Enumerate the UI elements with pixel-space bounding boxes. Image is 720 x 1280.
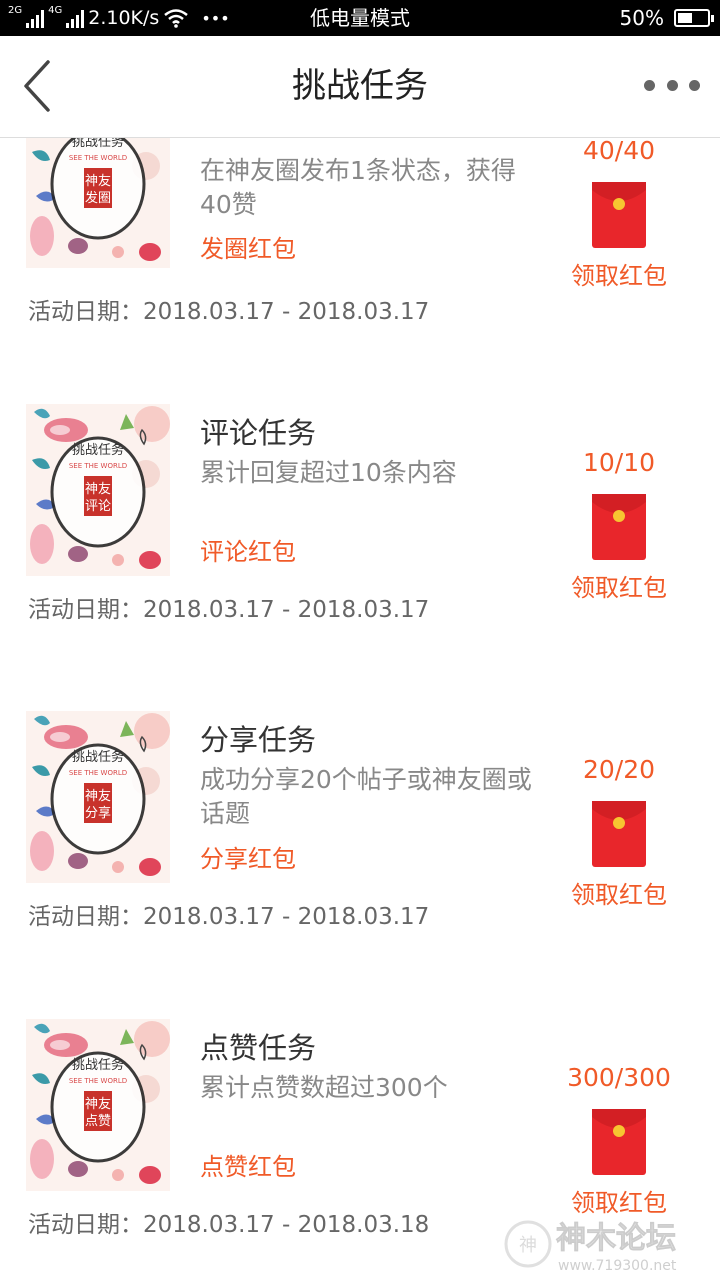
task-description: 累计回复超过10条内容 bbox=[200, 458, 457, 487]
task-thumbnail: 挑战任务 SEE THE WORLD 神友 发圈 bbox=[26, 138, 170, 268]
dot-icon bbox=[644, 79, 655, 91]
task-description: 在神友圈发布1条状态，获得40赞 bbox=[200, 156, 516, 219]
receive-red-packet-button[interactable]: 领取红包 bbox=[540, 1183, 698, 1218]
more-options-button[interactable] bbox=[644, 70, 700, 100]
red-packet-icon[interactable] bbox=[592, 182, 646, 248]
battery-level bbox=[678, 13, 692, 23]
navigation-bar: 挑战任务 bbox=[0, 36, 720, 138]
thumbnail-subtitle: SEE THE WORLD bbox=[69, 1077, 127, 1085]
task-progress: 40/40 bbox=[582, 138, 656, 165]
status-bar: 2G 4G 2.10K/s ••• 低电量模式 50% bbox=[0, 0, 720, 36]
watermark-url: www.719300.net bbox=[558, 1258, 677, 1274]
task-date: 活动日期：2018.03.17 - 2018.03.17 bbox=[28, 597, 430, 623]
thumbnail-subtitle: SEE THE WORLD bbox=[69, 769, 127, 777]
thumbnail-heading: 挑战任务 bbox=[72, 138, 124, 150]
task-progress: 300/300 bbox=[567, 1063, 671, 1092]
thumbnail-heading: 挑战任务 bbox=[72, 442, 124, 458]
low-power-mode-label: 低电量模式 bbox=[310, 6, 410, 30]
receive-red-packet-button[interactable]: 领取红包 bbox=[540, 875, 698, 910]
thumbnail-heading: 挑战任务 bbox=[72, 749, 124, 765]
task-list[interactable]: 挑战任务 SEE THE WORLD 神友 发圈 在神友圈发布1条状态，获得40… bbox=[0, 138, 720, 1280]
task-progress: 20/20 bbox=[582, 755, 656, 784]
thumbnail-subtitle: SEE THE WORLD bbox=[69, 154, 127, 162]
task-reward-tag: 发圈红包 bbox=[200, 235, 296, 263]
red-packet-icon[interactable] bbox=[592, 1109, 646, 1175]
task-title: 评论任务 bbox=[200, 416, 317, 450]
task-thumbnail: 挑战任务 SEE THE WORLD 神友 点赞 bbox=[26, 1019, 170, 1191]
task-reward-tag: 分享红包 bbox=[200, 845, 296, 873]
thumbnail-label-top: 神友 bbox=[85, 481, 111, 497]
thumbnail-label-top: 神友 bbox=[85, 173, 111, 189]
task-card[interactable]: 挑战任务 SEE THE WORLD 神友 评论 评论任务 累计回复超过10条内… bbox=[0, 404, 720, 644]
task-description: 成功分享20个帖子或神友圈或话题 bbox=[200, 765, 532, 828]
task-thumbnail: 挑战任务 SEE THE WORLD 神友 分享 bbox=[26, 711, 170, 883]
task-progress: 10/10 bbox=[582, 448, 656, 477]
page-title: 挑战任务 bbox=[292, 66, 428, 106]
thumbnail-heading: 挑战任务 bbox=[72, 1057, 124, 1073]
svg-text:神: 神 bbox=[519, 1235, 537, 1256]
dot-icon bbox=[666, 79, 678, 91]
thumbnail-label-bottom: 分享 bbox=[85, 805, 111, 821]
back-arrow-icon bbox=[24, 60, 50, 112]
thumbnail-label-top: 神友 bbox=[85, 788, 111, 804]
thumbnail-label-bottom: 评论 bbox=[85, 499, 111, 514]
receive-red-packet-button[interactable]: 领取红包 bbox=[540, 256, 698, 291]
task-description: 累计点赞数超过300个 bbox=[200, 1073, 448, 1102]
receive-red-packet-button[interactable]: 领取红包 bbox=[540, 568, 698, 603]
task-card[interactable]: 挑战任务 SEE THE WORLD 神友 分享 分享任务 成功分享20个帖子或… bbox=[0, 711, 720, 951]
task-date: 活动日期：2018.03.17 - 2018.03.17 bbox=[28, 299, 430, 325]
task-card[interactable]: 挑战任务 SEE THE WORLD 神友 发圈 在神友圈发布1条状态，获得40… bbox=[0, 138, 720, 376]
task-title: 分享任务 bbox=[200, 723, 317, 757]
battery-percent: 50% bbox=[619, 6, 664, 30]
battery-icon bbox=[674, 9, 714, 27]
back-button[interactable] bbox=[18, 58, 62, 114]
thumbnail-label-bottom: 发圈 bbox=[85, 190, 111, 206]
red-packet-icon[interactable] bbox=[592, 801, 646, 867]
task-reward-tag: 评论红包 bbox=[200, 538, 296, 566]
task-reward-tag: 点赞红包 bbox=[200, 1153, 296, 1181]
status-right: 50% bbox=[619, 0, 714, 36]
thumbnail-label-top: 神友 bbox=[85, 1096, 111, 1112]
task-date: 活动日期：2018.03.17 - 2018.03.18 bbox=[28, 1212, 430, 1238]
thumbnail-label-bottom: 点赞 bbox=[85, 1114, 111, 1129]
thumbnail-subtitle: SEE THE WORLD bbox=[69, 462, 127, 470]
task-thumbnail: 挑战任务 SEE THE WORLD 神友 评论 bbox=[26, 404, 170, 576]
red-packet-icon[interactable] bbox=[592, 494, 646, 560]
task-date: 活动日期：2018.03.17 - 2018.03.17 bbox=[28, 904, 430, 930]
watermark-text: 神木论坛 bbox=[556, 1221, 676, 1256]
dot-icon bbox=[689, 79, 700, 91]
task-title: 点赞任务 bbox=[200, 1031, 317, 1065]
forum-watermark: 神 神木论坛 www.719300.net bbox=[502, 1214, 712, 1276]
